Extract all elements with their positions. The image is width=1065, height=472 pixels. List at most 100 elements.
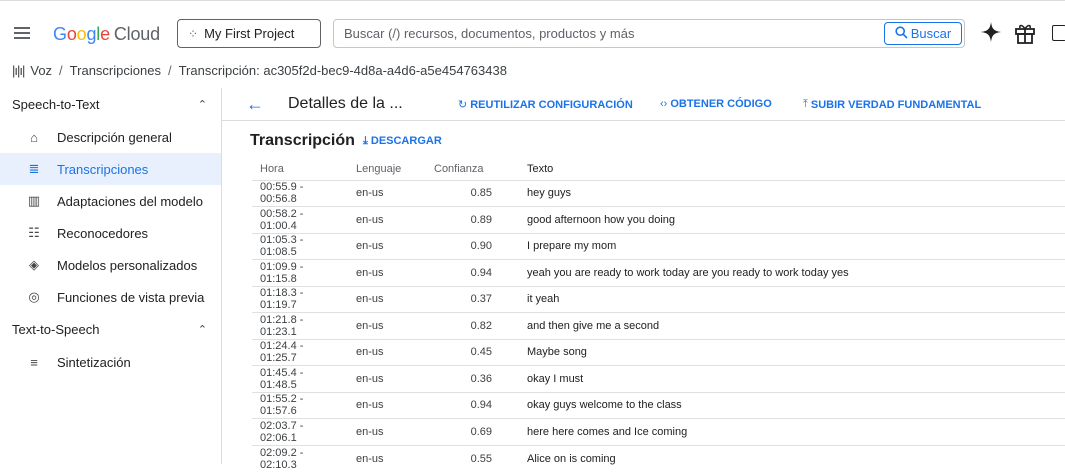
breadcrumb: |ı|ı| Voz / Transcripciones / Transcripc… xyxy=(12,63,507,78)
gemini-spark-icon[interactable] xyxy=(980,21,1002,49)
logo-letter: o xyxy=(66,24,77,44)
table-row[interactable]: 01:09.9 - 01:15.8 en-us 0.94 yeah you are r… xyxy=(252,259,1065,286)
sidebar-item-label: Funciones de vista previa xyxy=(57,289,205,305)
cell-time: 01:05.3 - 01:08.5 xyxy=(252,232,348,260)
cell-text: good afternoon how you doing xyxy=(514,206,1065,233)
sidebar-item-label: Modelos personalizados xyxy=(57,257,198,273)
cell-confidence: 0.85 xyxy=(414,179,514,207)
terminal-icon[interactable] xyxy=(1052,25,1065,41)
cell-confidence: 0.82 xyxy=(414,312,514,339)
project-dots-icon: ⁘ xyxy=(188,26,198,41)
table-row[interactable]: 01:21.8 - 01:23.1 en-us 0.82 and then give … xyxy=(252,312,1065,339)
speech-logo-icon: |ı|ı| xyxy=(12,63,25,78)
column-header-confidence[interactable]: Confianza xyxy=(414,158,514,180)
table-row[interactable]: 01:24.4 - 01:25.7 en-us 0.45 Maybe song xyxy=(252,338,1065,366)
cell-language: en-us xyxy=(348,206,414,233)
gift-icon[interactable] xyxy=(1014,21,1036,45)
sidebar: Speech-to-Text ⌃ ⌂ Descripción general ≣… xyxy=(0,88,222,464)
table-row[interactable]: 02:09.2 - 02:10.3 en-us 0.55 Alice on is co… xyxy=(252,444,1065,472)
cell-language: en-us xyxy=(348,365,414,392)
transcriptions-icon: ≣ xyxy=(28,161,40,176)
chevron-up-icon[interactable]: ⌃ xyxy=(198,323,207,336)
cell-text: Maybe song xyxy=(514,338,1065,366)
back-arrow-icon[interactable]: ← xyxy=(246,94,264,115)
table-row[interactable]: 01:45.4 - 01:48.5 en-us 0.36 okay I must xyxy=(252,365,1065,392)
cell-text: okay I must xyxy=(514,365,1065,392)
upload-ground-truth-button[interactable]: ⤒ SUBIR VERDAD FUNDAMENTAL xyxy=(803,98,981,111)
logo-letter: o xyxy=(76,24,87,44)
transcription-table: Hora Lenguaje Confianza Texto 00:55.9 - … xyxy=(252,158,1065,472)
cell-confidence: 0.89 xyxy=(414,206,514,233)
column-header-text[interactable]: Texto xyxy=(514,158,1065,180)
column-header-language[interactable]: Lenguaje xyxy=(348,158,414,180)
sidebar-section-text-to-speech[interactable]: Text-to-Speech ⌃ xyxy=(0,313,221,346)
cell-text: Alice on is coming xyxy=(514,444,1065,472)
breadcrumb-item[interactable]: Transcripciones xyxy=(70,63,161,78)
download-icon: ⤓ xyxy=(363,135,368,147)
upload-icon: ⤒ xyxy=(803,98,808,110)
logo-letter: g xyxy=(86,24,97,44)
sidebar-section-label: Speech-to-Text xyxy=(12,97,100,112)
cell-confidence: 0.94 xyxy=(414,259,514,286)
sidebar-item-label: Transcripciones xyxy=(57,161,149,177)
cell-time: 01:45.4 - 01:48.5 xyxy=(252,365,348,392)
table-row[interactable]: 01:55.2 - 01:57.6 en-us 0.94 okay guys welc… xyxy=(252,391,1065,419)
table-row[interactable]: 01:18.3 - 01:19.7 en-us 0.37 it yeah xyxy=(252,285,1065,313)
breadcrumb-separator: / xyxy=(167,63,172,78)
project-picker[interactable]: ⁘ My First Project xyxy=(177,19,321,48)
google-cloud-logo[interactable]: Google Cloud xyxy=(53,24,160,45)
sidebar-item-recognizers[interactable]: ☷ Reconocedores xyxy=(0,217,221,249)
sidebar-item-synthesis[interactable]: ≡ Sintetización xyxy=(0,346,221,378)
sidebar-item-overview[interactable]: ⌂ Descripción general xyxy=(0,121,221,153)
sidebar-section-speech-to-text[interactable]: Speech-to-Text ⌃ xyxy=(0,88,221,121)
sidebar-item-model-adaptations[interactable]: ▥ Adaptaciones del modelo xyxy=(0,185,221,217)
code-icon: ‹› xyxy=(660,98,668,110)
table-row[interactable]: 02:03.7 - 02:06.1 en-us 0.69 here here come… xyxy=(252,418,1065,445)
table-row[interactable]: 00:55.9 - 00:56.8 en-us 0.85 hey guys xyxy=(252,179,1065,207)
sidebar-item-label: Adaptaciones del modelo xyxy=(57,193,203,209)
table-row[interactable]: 01:05.3 - 01:08.5 en-us 0.90 I prepare my m… xyxy=(252,232,1065,260)
preview-features-icon: ◎ xyxy=(28,289,40,304)
menu-icon[interactable] xyxy=(14,27,30,39)
download-button[interactable]: ⤓ DESCARGAR xyxy=(363,135,442,148)
cell-time: 02:03.7 - 02:06.1 xyxy=(252,418,348,445)
cell-text: it yeah xyxy=(514,285,1065,313)
cell-language: en-us xyxy=(348,418,414,445)
page-title: Detalles de la ... xyxy=(288,95,403,112)
chevron-up-icon[interactable]: ⌃ xyxy=(198,98,207,111)
search-bar[interactable]: Buscar xyxy=(333,19,965,48)
breadcrumb-current: Transcripción: ac305f2d-bec9-4d8a-a4d6-a… xyxy=(178,63,507,78)
main-content: ← Detalles de la ... ↻ REUTILIZAR CONFIG… xyxy=(222,88,1065,472)
search-input[interactable] xyxy=(344,26,874,41)
sidebar-item-preview-features[interactable]: ◎ Funciones de vista previa xyxy=(0,281,221,313)
cell-language: en-us xyxy=(348,312,414,339)
breadcrumb-separator: / xyxy=(59,63,63,78)
search-button[interactable]: Buscar xyxy=(884,22,962,45)
cell-confidence: 0.36 xyxy=(414,365,514,392)
top-bar: Google Cloud ⁘ My First Project Buscar xyxy=(0,0,1065,55)
reuse-config-button[interactable]: ↻ REUTILIZAR CONFIGURACIÓN xyxy=(458,98,633,112)
reuse-icon: ↻ xyxy=(458,99,468,111)
column-header-time[interactable]: Hora xyxy=(252,158,348,180)
cell-time: 01:55.2 - 01:57.6 xyxy=(252,391,348,419)
model-adaptation-icon: ▥ xyxy=(27,193,41,208)
action-label: OBTENER CÓDIGO xyxy=(670,98,772,110)
search-button-label: Buscar xyxy=(910,26,952,41)
logo-suffix: Cloud xyxy=(113,24,160,44)
sidebar-item-label: Sintetización xyxy=(57,354,131,370)
cell-time: 01:09.9 - 01:15.8 xyxy=(252,259,348,286)
cell-confidence: 0.45 xyxy=(414,338,514,366)
sidebar-item-transcriptions[interactable]: ≣ Transcripciones xyxy=(0,153,221,185)
cell-time: 01:21.8 - 01:23.1 xyxy=(252,312,348,339)
cell-language: en-us xyxy=(348,338,414,366)
breadcrumb-item[interactable]: Voz xyxy=(30,63,52,78)
cell-confidence: 0.90 xyxy=(414,232,514,260)
cell-language: en-us xyxy=(348,391,414,419)
cell-confidence: 0.55 xyxy=(414,444,514,472)
sidebar-item-custom-models[interactable]: ◈ Modelos personalizados xyxy=(0,249,221,281)
logo-letter: G xyxy=(53,24,67,44)
section-title: Transcripción xyxy=(250,132,355,149)
cell-confidence: 0.69 xyxy=(414,418,514,445)
table-row[interactable]: 00:58.2 - 01:00.4 en-us 0.89 good afternoon… xyxy=(252,206,1065,233)
get-code-button[interactable]: ‹› OBTENER CÓDIGO xyxy=(660,98,772,110)
